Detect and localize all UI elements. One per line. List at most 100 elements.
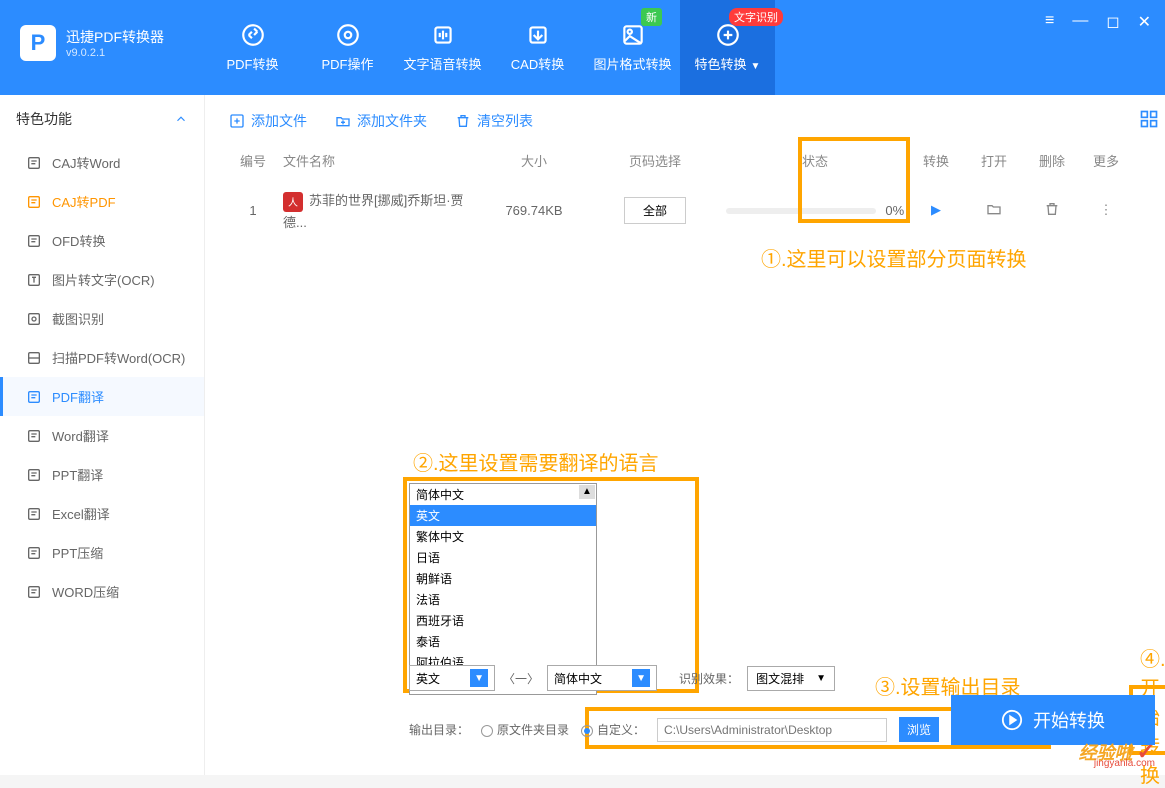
table-header: 编号 文件名称 大小 页码选择 状态 转换 打开 删除 更多 bbox=[223, 143, 1147, 178]
menu-icon[interactable]: ≡ bbox=[1045, 12, 1054, 32]
maximize-icon[interactable]: ◻ bbox=[1106, 12, 1119, 32]
chevron-down-icon: ▼ bbox=[816, 673, 826, 684]
language-controls: 英文 ▼ 〈一〉 简体中文 ▼ 识别效果： 图文混排 ▼ bbox=[409, 665, 835, 691]
toolbar: 添加文件 添加文件夹 清空列表 bbox=[223, 105, 1147, 143]
app-version: v9.0.2.1 bbox=[66, 47, 164, 59]
add-folder-button[interactable]: 添加文件夹 bbox=[335, 111, 427, 131]
lang-item[interactable]: 繁体中文 bbox=[410, 526, 596, 547]
sidebar-item-excel-translate[interactable]: Excel翻译 bbox=[0, 494, 204, 533]
target-lang-dropdown[interactable]: 简体中文 ▼ bbox=[547, 665, 657, 691]
col-convert: 转换 bbox=[907, 151, 965, 170]
gear-icon bbox=[335, 22, 361, 48]
sidebar-item-caj-pdf[interactable]: CAJ转PDF bbox=[0, 182, 204, 221]
start-convert-button[interactable]: 开始转换 bbox=[951, 695, 1155, 745]
more-button[interactable]: ⋮ bbox=[1081, 202, 1131, 218]
sidebar-item-scan-pdf[interactable]: 扫描PDF转Word(OCR) bbox=[0, 338, 204, 377]
play-circle-icon bbox=[1001, 709, 1023, 731]
clear-list-button[interactable]: 清空列表 bbox=[455, 111, 533, 131]
sidebar-item-ppt-translate[interactable]: PPT翻译 bbox=[0, 455, 204, 494]
col-size: 大小 bbox=[481, 151, 587, 170]
nav-tab-image[interactable]: 新 图片格式转换 bbox=[585, 0, 680, 95]
lang-item[interactable]: 日语 bbox=[410, 547, 596, 568]
source-lang-dropdown[interactable]: 英文 ▼ bbox=[409, 665, 495, 691]
col-more: 更多 bbox=[1081, 151, 1131, 170]
app-header: P 迅捷PDF转换器 v9.0.2.1 PDF转换 PDF操作 文字语音转换 C… bbox=[0, 0, 1165, 95]
col-name: 文件名称 bbox=[283, 151, 481, 170]
cad-icon bbox=[525, 22, 551, 48]
close-icon[interactable]: ✕ bbox=[1138, 12, 1151, 32]
convert-button[interactable]: ▶ bbox=[907, 202, 965, 218]
recog-dropdown[interactable]: 图文混排 ▼ bbox=[747, 666, 835, 691]
output-path-input[interactable] bbox=[657, 718, 887, 742]
nav-tab-text-voice[interactable]: 文字语音转换 bbox=[395, 0, 490, 95]
chevron-down-icon: ▼ bbox=[632, 669, 650, 687]
col-open: 打开 bbox=[965, 151, 1023, 170]
sidebar-item-screenshot[interactable]: 截图识别 bbox=[0, 299, 204, 338]
app-name: 迅捷PDF转换器 bbox=[66, 27, 164, 47]
lang-item-selected[interactable]: 英文 bbox=[410, 505, 596, 526]
col-page: 页码选择 bbox=[587, 151, 723, 170]
col-num: 编号 bbox=[223, 151, 283, 170]
row-status: 0% bbox=[723, 203, 907, 218]
sidebar-item-ocr[interactable]: 图片转文字(OCR) bbox=[0, 260, 204, 299]
language-listbox[interactable]: ▲ 简体中文 英文 繁体中文 日语 朝鲜语 法语 西班牙语 泰语 阿拉伯语 俄语 bbox=[409, 483, 597, 695]
lang-item[interactable]: 法语 bbox=[410, 589, 596, 610]
new-badge: 新 bbox=[641, 8, 662, 26]
page-select-button[interactable]: 全部 bbox=[624, 197, 686, 224]
grid-view-button[interactable] bbox=[1139, 109, 1159, 134]
nav-tabs: PDF转换 PDF操作 文字语音转换 CAD转换 新 图片格式转换 文字识别 bbox=[205, 0, 775, 95]
add-file-button[interactable]: 添加文件 bbox=[229, 111, 307, 131]
annotation-2: ②.这里设置需要翻译的语言 bbox=[413, 447, 659, 476]
swap-icon[interactable]: 〈一〉 bbox=[503, 670, 539, 687]
table-row: 1 人苏菲的世界[挪威]乔斯坦·贾德... 769.74KB 全部 0% ▶ bbox=[223, 178, 1147, 243]
lang-item[interactable]: 简体中文 bbox=[410, 484, 596, 505]
nav-tab-pdf-operate[interactable]: PDF操作 bbox=[300, 0, 395, 95]
row-num: 1 bbox=[223, 203, 283, 218]
row-name: 人苏菲的世界[挪威]乔斯坦·贾德... bbox=[283, 190, 481, 231]
image-icon bbox=[620, 22, 646, 48]
voice-icon bbox=[430, 22, 456, 48]
sidebar-item-word-translate[interactable]: Word翻译 bbox=[0, 416, 204, 455]
output-radio-original[interactable]: 原文件夹目录 bbox=[481, 721, 569, 738]
trash-icon bbox=[455, 113, 471, 129]
lang-item[interactable]: 泰语 bbox=[410, 631, 596, 652]
progress-bar bbox=[726, 208, 876, 214]
plus-icon bbox=[229, 113, 245, 129]
trash-icon bbox=[1044, 201, 1060, 217]
col-delete: 删除 bbox=[1023, 151, 1081, 170]
pdf-file-icon: 人 bbox=[283, 192, 303, 212]
sidebar-item-caj-word[interactable]: CAJ转Word bbox=[0, 143, 204, 182]
sidebar-header[interactable]: 特色功能 bbox=[0, 95, 204, 143]
nav-tab-pdf-convert[interactable]: PDF转换 bbox=[205, 0, 300, 95]
sidebar: 特色功能 CAJ转Word CAJ转PDF OFD转换 图片转文字(OCR) 截… bbox=[0, 95, 205, 775]
recog-label: 识别效果： bbox=[679, 670, 739, 687]
output-label: 输出目录： bbox=[409, 721, 469, 738]
sidebar-item-ppt-compress[interactable]: PPT压缩 bbox=[0, 533, 204, 572]
output-radio-custom[interactable]: 自定义： bbox=[581, 721, 645, 738]
sidebar-item-word-compress[interactable]: WORD压缩 bbox=[0, 572, 204, 611]
app-logo-icon: P bbox=[20, 25, 56, 61]
watermark: 经验啦 ✓ jingyanla.com bbox=[1079, 739, 1155, 765]
grid-icon bbox=[1139, 109, 1159, 129]
main-panel: 添加文件 添加文件夹 清空列表 编号 文件名称 大小 页码选择 bbox=[205, 95, 1165, 775]
nav-tab-special[interactable]: 文字识别 特色转换▼ bbox=[680, 0, 775, 95]
delete-button[interactable] bbox=[1023, 201, 1081, 220]
lang-item[interactable]: 朝鲜语 bbox=[410, 568, 596, 589]
scroll-up-icon[interactable]: ▲ bbox=[579, 485, 595, 499]
sidebar-item-ofd[interactable]: OFD转换 bbox=[0, 221, 204, 260]
col-status: 状态 bbox=[723, 151, 907, 170]
logo-block: P 迅捷PDF转换器 v9.0.2.1 bbox=[0, 0, 205, 61]
row-page: 全部 bbox=[587, 197, 723, 224]
convert-icon bbox=[240, 22, 266, 48]
chevron-up-icon bbox=[174, 112, 188, 126]
lang-item[interactable]: 西班牙语 bbox=[410, 610, 596, 631]
folder-plus-icon bbox=[335, 113, 351, 129]
sidebar-item-pdf-translate[interactable]: PDF翻译 bbox=[0, 377, 204, 416]
chevron-down-icon: ▼ bbox=[470, 669, 488, 687]
nav-tab-cad[interactable]: CAD转换 bbox=[490, 0, 585, 95]
ocr-badge: 文字识别 bbox=[729, 8, 783, 26]
minimize-icon[interactable]: — bbox=[1072, 12, 1088, 32]
window-controls: ≡ — ◻ ✕ bbox=[1045, 12, 1151, 32]
open-button[interactable] bbox=[965, 201, 1023, 220]
browse-button[interactable]: 浏览 bbox=[899, 717, 939, 742]
